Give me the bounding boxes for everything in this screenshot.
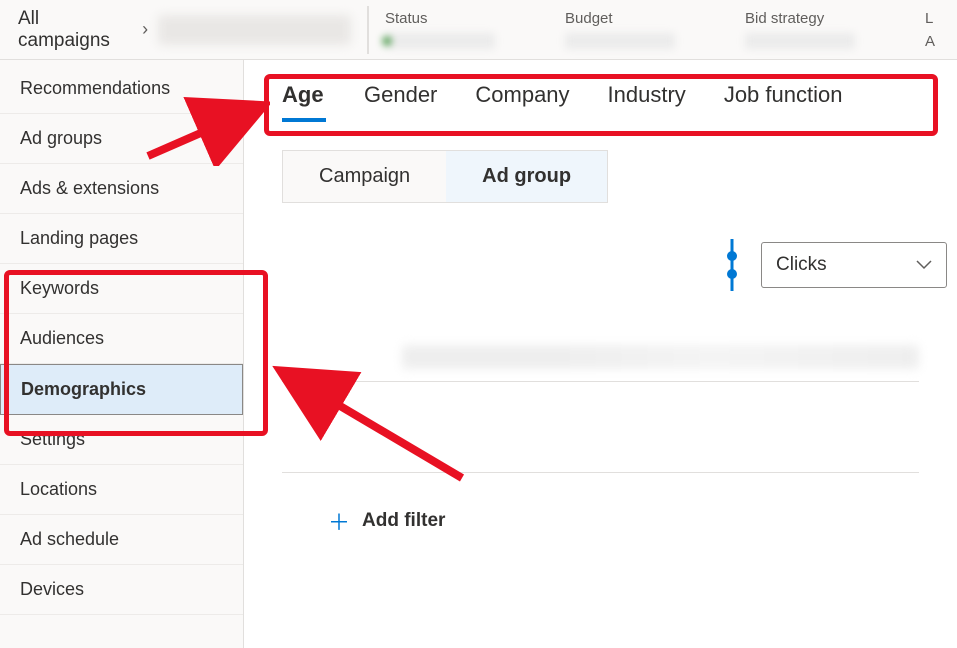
chevron-down-icon <box>916 254 932 276</box>
sidebar-item-ad-groups[interactable]: Ad groups <box>0 114 243 164</box>
stat-bid-strategy: Bid strategy <box>745 10 865 50</box>
sidebar-item-audiences[interactable]: Audiences <box>0 314 243 364</box>
stat-status-label: Status <box>385 10 505 27</box>
tab-job-function[interactable]: Job function <box>724 82 843 136</box>
stat-last-label: L <box>925 10 939 27</box>
tab-industry[interactable]: Industry <box>608 82 686 136</box>
scope-tab-ad-group[interactable]: Ad group <box>446 151 607 202</box>
main-content: Age Gender Company Industry Job function Cam… <box>244 60 957 648</box>
sidebar-item-landing-pages[interactable]: Landing pages <box>0 214 243 264</box>
metric-dropdown-value: Clicks <box>776 254 827 276</box>
stat-budget-label: Budget <box>565 10 685 27</box>
divider <box>282 472 919 473</box>
scope-tab-campaign[interactable]: Campaign <box>283 151 446 202</box>
sidebar-item-ads-extensions[interactable]: Ads & extensions <box>0 164 243 214</box>
tab-age[interactable]: Age <box>282 82 326 136</box>
stat-bid-strategy-label: Bid strategy <box>745 10 865 27</box>
add-filter-button[interactable]: ＋ Add filter <box>328 505 957 537</box>
redacted-text <box>402 345 919 369</box>
campaign-stats: Status Budget Bid strategy L A <box>385 10 939 50</box>
sidebar-item-settings[interactable]: Settings <box>0 415 243 465</box>
top-bar: All campaigns › Status Budget Bid strate… <box>0 0 957 60</box>
sidebar-item-locations[interactable]: Locations <box>0 465 243 515</box>
status-dot-icon <box>383 37 391 45</box>
sidebar-item-recommendations[interactable]: Recommendations <box>0 64 243 114</box>
sidebar-item-ad-schedule[interactable]: Ad schedule <box>0 515 243 565</box>
sidebar-item-keywords[interactable]: Keywords <box>0 264 243 314</box>
slider-handle-icon[interactable] <box>725 239 739 291</box>
stat-budget-value-redacted <box>565 33 675 49</box>
tab-company[interactable]: Company <box>475 82 569 136</box>
stat-status-value-redacted <box>385 33 495 49</box>
stat-last-value-prefix: A <box>925 33 939 50</box>
chevron-right-icon: › <box>142 19 148 40</box>
sidebar: RecommendationsAd groupsAds & extensions… <box>0 60 244 648</box>
vertical-divider <box>367 6 369 54</box>
content-row-redacted <box>282 345 919 382</box>
sidebar-item-demographics[interactable]: Demographics <box>0 364 243 415</box>
metric-dropdown[interactable]: Clicks <box>761 242 947 288</box>
stat-bid-strategy-value-redacted <box>745 33 855 49</box>
add-filter-label: Add filter <box>362 510 445 532</box>
sidebar-item-devices[interactable]: Devices <box>0 565 243 615</box>
chart-controls: Clicks <box>244 203 957 291</box>
demographics-tabs: Age Gender Company Industry Job function <box>244 60 957 136</box>
stat-last: L A <box>925 10 939 50</box>
breadcrumb-current-redacted <box>158 15 351 45</box>
scope-tabs: Campaign Ad group <box>282 150 608 203</box>
tab-gender[interactable]: Gender <box>364 82 437 136</box>
breadcrumb[interactable]: All campaigns › <box>18 8 351 52</box>
stat-budget: Budget <box>565 10 685 50</box>
stat-status: Status <box>385 10 505 50</box>
breadcrumb-root[interactable]: All campaigns <box>18 8 132 52</box>
plus-icon: ＋ <box>328 505 350 537</box>
